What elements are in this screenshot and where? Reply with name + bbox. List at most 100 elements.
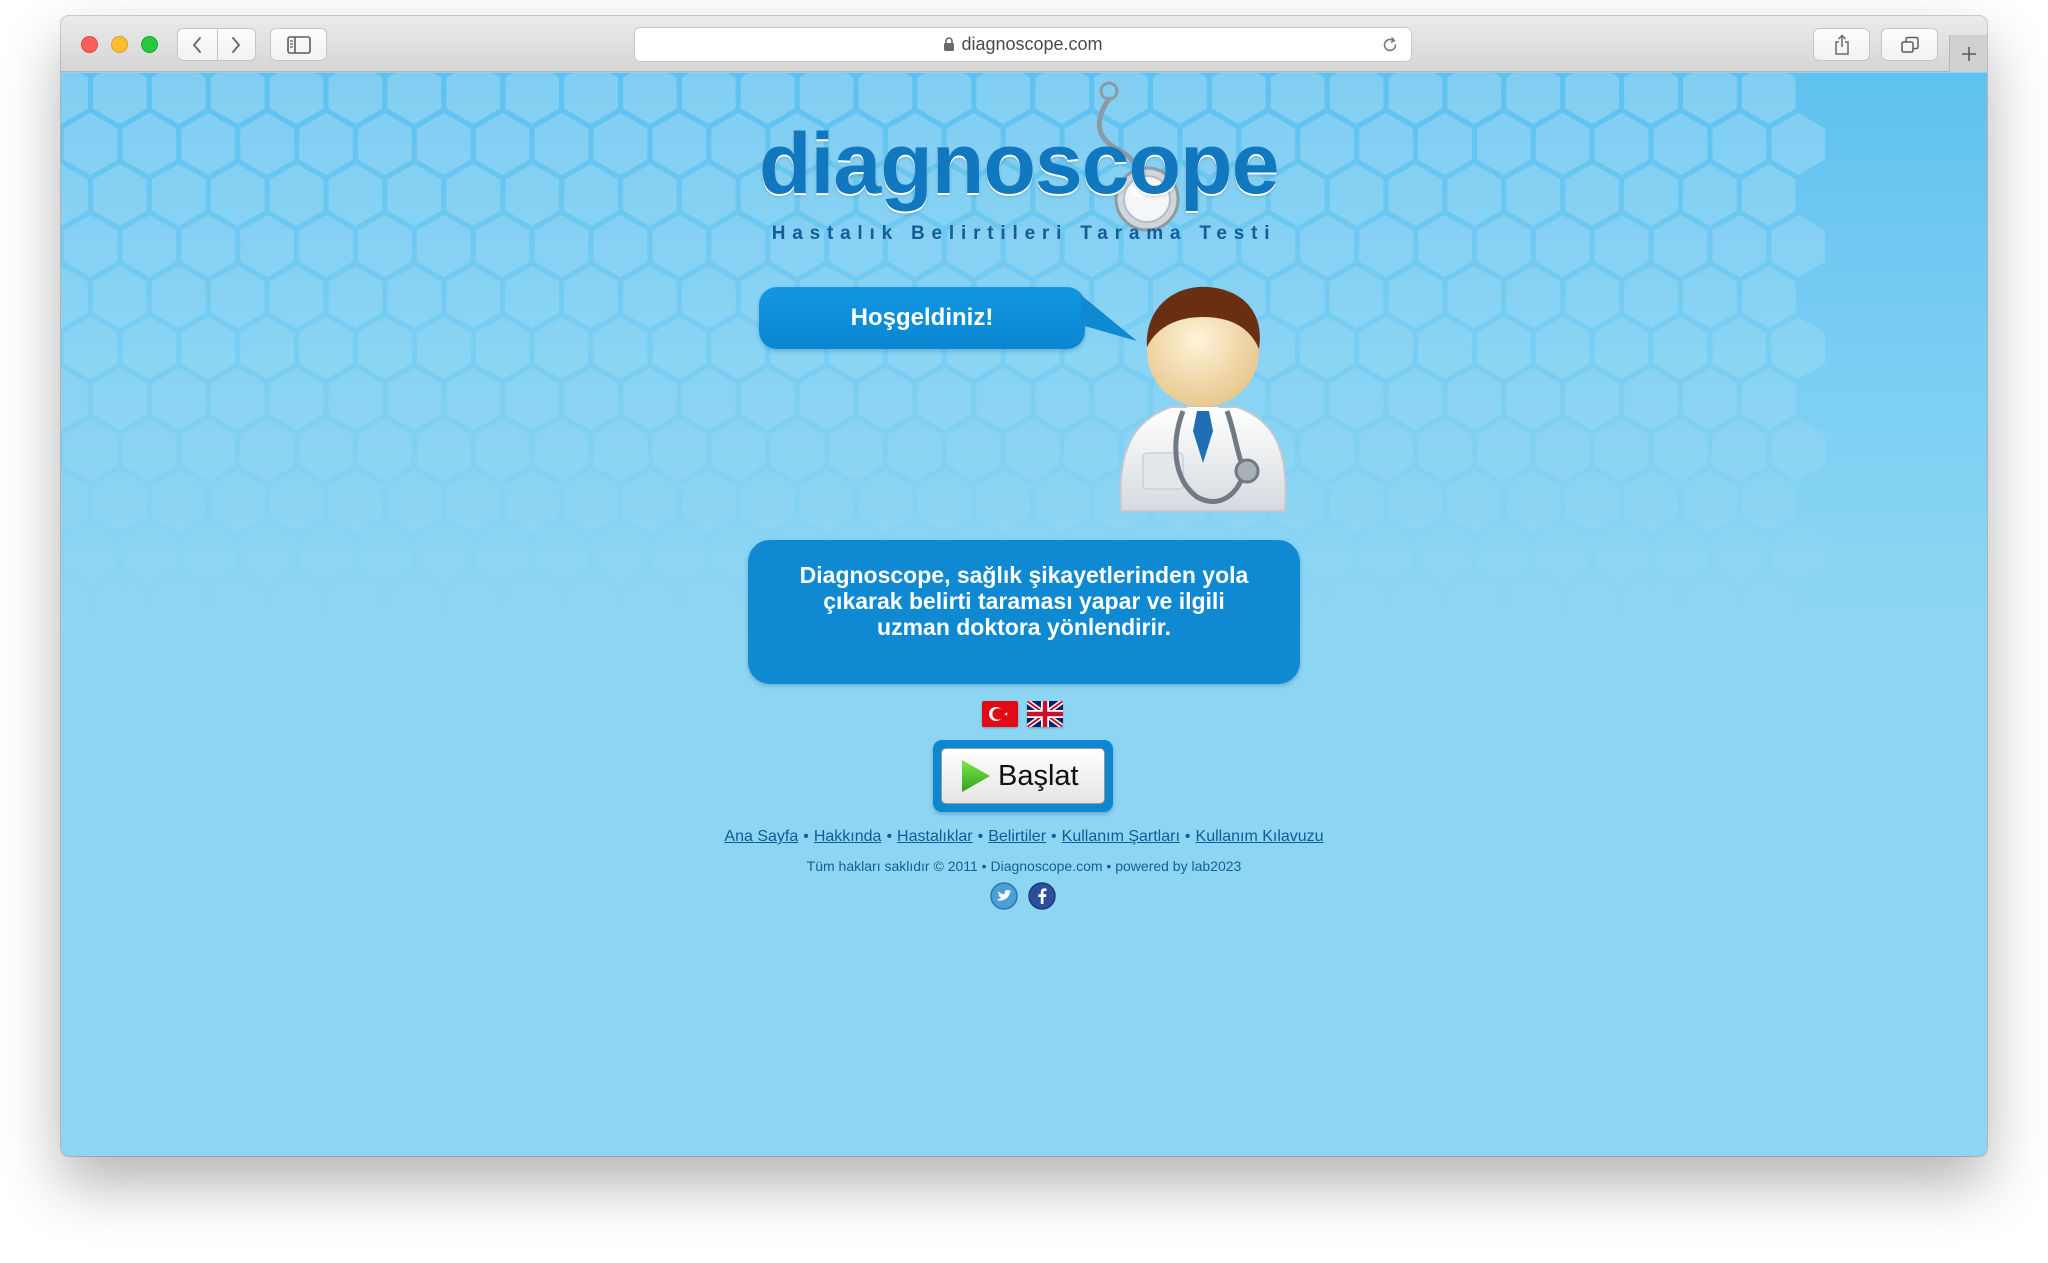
background-hexagon	[799, 368, 854, 430]
new-tab-button[interactable]	[1949, 35, 1987, 72]
background-hexagon	[652, 113, 707, 175]
footer-link-terms[interactable]: Kullanım Şartları	[1062, 828, 1180, 845]
window-close-button[interactable]	[81, 36, 98, 53]
background-hexagon	[1448, 572, 1502, 634]
background-hexagon	[1594, 317, 1649, 379]
reload-icon[interactable]	[1381, 36, 1399, 54]
background-hexagon	[1742, 266, 1796, 328]
background-hexagon	[623, 164, 677, 226]
background-hexagon	[93, 368, 147, 430]
background-hexagon	[1389, 572, 1443, 634]
background-hexagon	[594, 623, 648, 685]
footer-separator: •	[1184, 828, 1191, 845]
background-hexagon	[564, 572, 618, 634]
background-hexagon	[122, 317, 177, 379]
background-hexagon	[299, 623, 353, 685]
footer-separator: •	[1051, 828, 1057, 845]
background-hexagon	[210, 470, 265, 532]
footer-link-symptoms[interactable]: Belirtiler	[988, 828, 1046, 845]
background-hexagon	[1506, 368, 1561, 430]
background-hexagon	[299, 521, 353, 583]
background-hexagon	[387, 470, 442, 532]
plus-icon	[1961, 46, 1976, 61]
background-hexagon	[240, 113, 294, 175]
background-hexagon	[269, 73, 324, 124]
background-hexagon	[1683, 572, 1737, 634]
footer-navigation: Ana Sayfa • Hakkında • Hastalıklar • Belirtile…	[61, 828, 1987, 846]
footer-separator: •	[886, 828, 893, 845]
facebook-icon[interactable]	[1028, 882, 1056, 910]
background-hexagon	[740, 470, 795, 532]
background-hexagon	[210, 368, 265, 430]
footer-separator: •	[977, 828, 984, 845]
background-hexagon	[1565, 266, 1619, 328]
start-button[interactable]: Başlat	[933, 740, 1113, 812]
background-hexagon	[1359, 317, 1413, 379]
window-minimize-button[interactable]	[111, 36, 128, 53]
footer-link-diseases[interactable]: Hastalıklar	[897, 828, 973, 845]
site-logo[interactable]: diagnoscope Hastalık Belirtileri Tarama …	[759, 73, 1289, 263]
background-hexagon	[534, 521, 589, 583]
sidebar-toggle-button[interactable]	[270, 28, 327, 61]
background-hexagon	[1329, 368, 1384, 430]
background-hexagon	[1329, 266, 1384, 328]
background-hexagon	[1447, 470, 1502, 532]
background-hexagon	[505, 266, 559, 328]
background-hexagon	[1330, 572, 1384, 634]
window-zoom-button[interactable]	[141, 36, 158, 53]
background-hexagon	[1359, 215, 1413, 277]
background-hexagon	[1683, 368, 1737, 430]
background-hexagon	[93, 73, 147, 124]
browser-toolbar: diagnoscope.com	[61, 16, 1987, 72]
background-hexagon	[564, 266, 618, 328]
background-hexagon	[1329, 164, 1384, 226]
background-hexagon	[534, 113, 589, 175]
background-hexagon	[1329, 73, 1384, 124]
background-hexagon	[151, 266, 206, 328]
background-hexagon	[653, 623, 707, 685]
background-hexagon	[1683, 164, 1737, 226]
tr-flag-icon[interactable]	[982, 701, 1018, 727]
background-hexagon	[1653, 215, 1708, 277]
background-hexagon	[593, 317, 648, 379]
background-hexagon	[1535, 113, 1590, 175]
background-hexagon	[61, 266, 88, 328]
twitter-icon[interactable]	[990, 882, 1018, 910]
background-hexagon	[917, 470, 972, 532]
background-hexagon	[1594, 215, 1649, 277]
background-hexagon	[64, 623, 118, 685]
background-hexagon	[1771, 215, 1826, 277]
forward-button[interactable]	[216, 29, 256, 60]
background-hexagon	[1535, 215, 1590, 277]
background-hexagon	[1624, 164, 1678, 226]
uk-flag-icon[interactable]	[1027, 701, 1063, 727]
background-hexagon	[1506, 73, 1561, 124]
background-hexagon	[1771, 521, 1826, 583]
background-hexagon	[1005, 419, 1060, 481]
address-bar[interactable]: diagnoscope.com	[634, 27, 1412, 62]
background-hexagon	[181, 317, 236, 379]
background-hexagon	[1624, 470, 1678, 532]
background-hexagon	[1712, 521, 1767, 583]
background-hexagon	[1565, 572, 1619, 634]
back-button[interactable]	[178, 29, 217, 60]
background-hexagon	[475, 521, 530, 583]
footer-link-home[interactable]: Ana Sayfa	[724, 828, 798, 845]
background-hexagon	[1388, 266, 1443, 328]
background-hexagon	[1565, 164, 1619, 226]
background-hexagon	[593, 113, 648, 175]
share-button[interactable]	[1813, 28, 1870, 61]
background-hexagon	[1624, 266, 1678, 328]
footer-link-guide[interactable]: Kullanım Kılavuzu	[1196, 828, 1324, 845]
background-hexagon	[388, 572, 442, 634]
web-page: diagnoscope Hastalık Belirtileri Tarama …	[61, 73, 1987, 1156]
background-hexagon	[681, 266, 736, 328]
show-tabs-button[interactable]	[1881, 28, 1938, 61]
footer-link-about[interactable]: Hakkında	[814, 828, 882, 845]
background-hexagon	[593, 215, 648, 277]
background-hexagon	[711, 317, 766, 379]
background-hexagon	[446, 470, 501, 532]
background-hexagon	[1388, 368, 1443, 430]
background-hexagon	[358, 317, 412, 379]
background-hexagon	[151, 470, 206, 532]
